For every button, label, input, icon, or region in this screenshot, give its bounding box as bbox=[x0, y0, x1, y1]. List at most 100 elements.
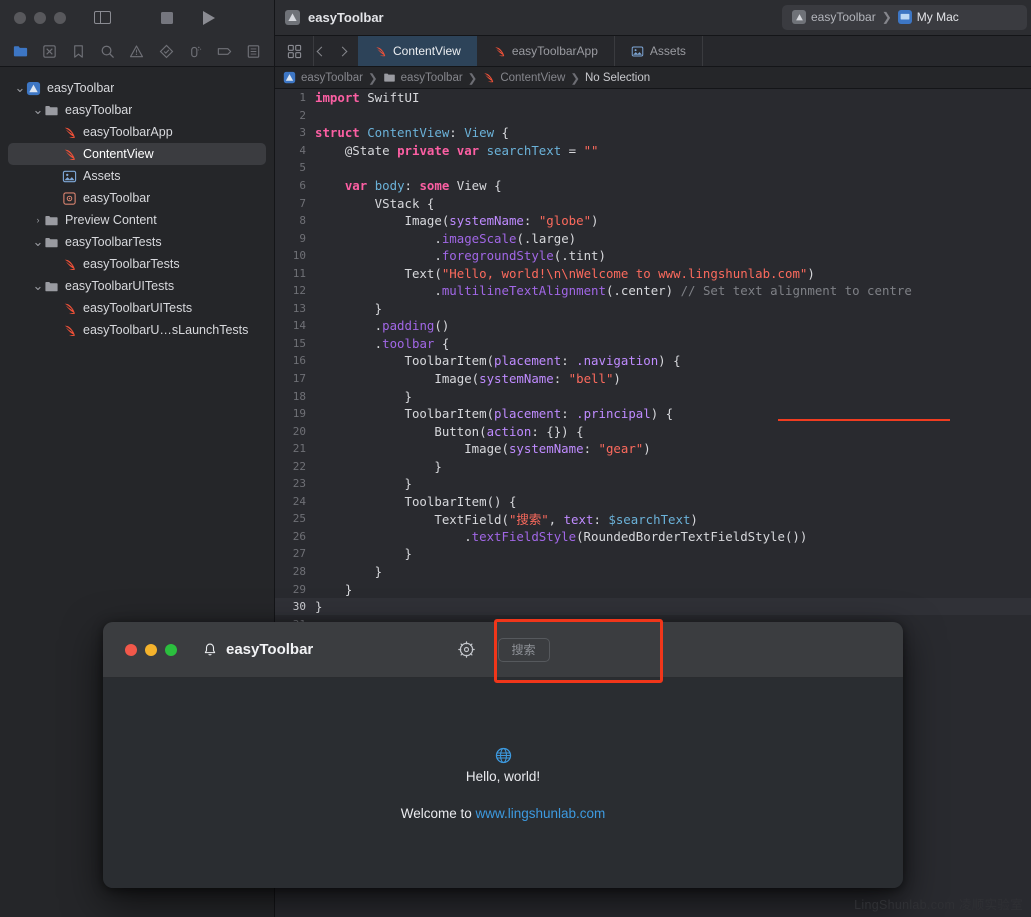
code-line[interactable]: 22 } bbox=[275, 457, 1031, 475]
code-line[interactable]: 5 bbox=[275, 159, 1031, 177]
app-close-button[interactable] bbox=[125, 643, 137, 656]
code-line[interactable]: 21 Image(systemName: "gear") bbox=[275, 440, 1031, 458]
website-link[interactable]: www.lingshunlab.com bbox=[475, 806, 605, 821]
chevron-down-icon[interactable]: ⌄ bbox=[32, 279, 44, 292]
tab-contentview[interactable]: ContentView bbox=[358, 36, 477, 66]
source-control-navigator-icon[interactable] bbox=[41, 43, 58, 60]
code-line[interactable]: 17 Image(systemName: "bell") bbox=[275, 370, 1031, 388]
code-line[interactable]: 20 Button(action: {}) { bbox=[275, 422, 1031, 440]
code-line[interactable]: 19 ToolbarItem(placement: .principal) { bbox=[275, 405, 1031, 423]
xcode-project-icon bbox=[26, 81, 41, 96]
code-line[interactable]: 13 } bbox=[275, 300, 1031, 318]
window-traffic-lights[interactable] bbox=[14, 11, 66, 24]
code-line[interactable]: 2 bbox=[275, 107, 1031, 125]
folder-icon bbox=[44, 279, 59, 294]
code-line[interactable]: 27 } bbox=[275, 545, 1031, 563]
file-tree[interactable]: ⌄ easyToolbar ⌄ easyToolbar easyToolbarApp … bbox=[0, 77, 274, 341]
project-navigator-icon[interactable] bbox=[12, 43, 29, 60]
sidebar-item-easytoolbar[interactable]: easyToolbar bbox=[8, 187, 266, 209]
stop-button[interactable] bbox=[161, 11, 173, 24]
code-line[interactable]: 11 Text("Hello, world!\n\nWelcome to www… bbox=[275, 264, 1031, 282]
issue-navigator-icon[interactable] bbox=[128, 43, 145, 60]
breadcrumb-item[interactable]: ContentView bbox=[500, 72, 565, 84]
sidebar-item-assets[interactable]: Assets bbox=[8, 165, 266, 187]
zoom-button[interactable] bbox=[54, 11, 66, 24]
sidebar-item-easytoolbarapp[interactable]: easyToolbarApp bbox=[8, 121, 266, 143]
breakpoint-navigator-icon[interactable] bbox=[216, 43, 233, 60]
report-navigator-icon[interactable] bbox=[245, 43, 262, 60]
code-line[interactable]: 26 .textFieldStyle(RoundedBorderTextFiel… bbox=[275, 528, 1031, 546]
sidebar-item-easytoolbaruitests[interactable]: easyToolbarUITests bbox=[8, 297, 266, 319]
code-line[interactable]: 12 .multilineTextAlignment(.center) // S… bbox=[275, 282, 1031, 300]
code-line[interactable]: 14 .padding() bbox=[275, 317, 1031, 335]
minimize-button[interactable] bbox=[34, 11, 46, 24]
sidebar-item-easytoolbartests[interactable]: easyToolbarTests bbox=[8, 253, 266, 275]
code-text: } bbox=[315, 546, 412, 562]
sidebar-item-easytoolbar[interactable]: ⌄ easyToolbar bbox=[8, 99, 266, 121]
chevron-right-icon[interactable] bbox=[337, 46, 348, 56]
sidebar-item-label: easyToolbarTests bbox=[65, 235, 162, 249]
code-text: TextField("搜索", text: $searchText) bbox=[315, 511, 698, 527]
code-text: struct ContentView: View { bbox=[315, 125, 509, 141]
breadcrumb-item[interactable]: No Selection bbox=[585, 72, 650, 84]
assets-catalog-icon bbox=[631, 45, 644, 58]
app-minimize-button[interactable] bbox=[145, 643, 157, 656]
code-text: Image(systemName: "gear") bbox=[315, 441, 651, 457]
sidebar-item-preview-content[interactable]: › Preview Content bbox=[8, 209, 266, 231]
code-line[interactable]: 15 .toolbar { bbox=[275, 335, 1031, 353]
tab-easytoolbarapp[interactable]: easyToolbarApp bbox=[477, 36, 615, 66]
breadcrumb-separator: ❯ bbox=[368, 72, 378, 85]
code-line[interactable]: 4 @State private var searchText = "" bbox=[275, 142, 1031, 160]
code-line[interactable]: 24 ToolbarItem() { bbox=[275, 493, 1031, 511]
breadcrumb-item[interactable]: easyToolbar bbox=[301, 72, 363, 84]
tab-grid-icon[interactable] bbox=[275, 36, 313, 66]
chevron-down-icon[interactable]: ⌄ bbox=[14, 81, 26, 94]
swift-file-icon bbox=[62, 125, 77, 140]
sidebar-item-easytoolbartests[interactable]: ⌄ easyToolbarTests bbox=[8, 231, 266, 253]
chevron-down-icon[interactable]: ⌄ bbox=[32, 235, 44, 248]
app-traffic-lights[interactable] bbox=[125, 643, 177, 656]
code-line[interactable]: 6 var body: some View { bbox=[275, 177, 1031, 195]
editor-tabs[interactable]: ContentView easyToolbarApp Assets bbox=[358, 36, 703, 66]
sidebar-item-easytoolbaruitests[interactable]: ⌄ easyToolbarUITests bbox=[8, 275, 266, 297]
code-line[interactable]: 29 } bbox=[275, 580, 1031, 598]
find-navigator-icon[interactable] bbox=[99, 43, 116, 60]
app-zoom-button[interactable] bbox=[165, 643, 177, 656]
breadcrumb-item[interactable]: easyToolbar bbox=[401, 72, 463, 84]
code-line[interactable]: 25 TextField("搜索", text: $searchText) bbox=[275, 510, 1031, 528]
gear-icon[interactable] bbox=[457, 640, 476, 659]
chevron-down-icon[interactable]: ⌄ bbox=[32, 103, 44, 116]
breadcrumb[interactable]: easyToolbar ❯ easyToolbar ❯ ContentView ❯ No S… bbox=[275, 67, 1031, 89]
swift-file-icon bbox=[493, 45, 506, 58]
navigator-selector-bar bbox=[0, 36, 275, 67]
sidebar-item-easytoolbaru-slaunchtests[interactable]: easyToolbarU…sLaunchTests bbox=[8, 319, 266, 341]
code-line[interactable]: 9 .imageScale(.large) bbox=[275, 229, 1031, 247]
test-navigator-icon[interactable] bbox=[158, 43, 175, 60]
code-line[interactable]: 23 } bbox=[275, 475, 1031, 493]
chevron-left-icon[interactable] bbox=[316, 46, 327, 56]
sidebar-item-contentview[interactable]: ContentView bbox=[8, 143, 266, 165]
run-button[interactable] bbox=[203, 10, 215, 25]
code-line[interactable]: 3 struct ContentView: View { bbox=[275, 124, 1031, 142]
code-line[interactable]: 30} bbox=[275, 597, 1031, 616]
code-line[interactable]: 16 ToolbarItem(placement: .navigation) { bbox=[275, 352, 1031, 370]
code-line[interactable]: 1 import SwiftUI bbox=[275, 89, 1031, 107]
tab-label: easyToolbarApp bbox=[511, 44, 598, 58]
code-lines[interactable]: 1 import SwiftUI 2 3 struct ContentView: Vie… bbox=[275, 89, 1031, 633]
code-line[interactable]: 10 .foregroundStyle(.tint) bbox=[275, 247, 1031, 265]
chevron-right-icon[interactable]: › bbox=[32, 215, 44, 225]
bell-icon[interactable] bbox=[203, 642, 217, 658]
code-line[interactable]: 8 Image(systemName: "globe") bbox=[275, 212, 1031, 230]
code-line[interactable]: 18 } bbox=[275, 387, 1031, 405]
scheme-selector[interactable]: easyToolbar ❯ My Mac bbox=[782, 4, 1027, 30]
debug-navigator-icon[interactable] bbox=[187, 43, 204, 60]
sidebar-toggle-icon[interactable] bbox=[94, 11, 111, 24]
close-button[interactable] bbox=[14, 11, 26, 24]
code-line[interactable]: 28 } bbox=[275, 563, 1031, 581]
code-line[interactable]: 7 VStack { bbox=[275, 194, 1031, 212]
sidebar-item-easytoolbar[interactable]: ⌄ easyToolbar bbox=[8, 77, 266, 99]
bookmark-navigator-icon[interactable] bbox=[70, 43, 87, 60]
tab-assets[interactable]: Assets bbox=[615, 36, 703, 66]
